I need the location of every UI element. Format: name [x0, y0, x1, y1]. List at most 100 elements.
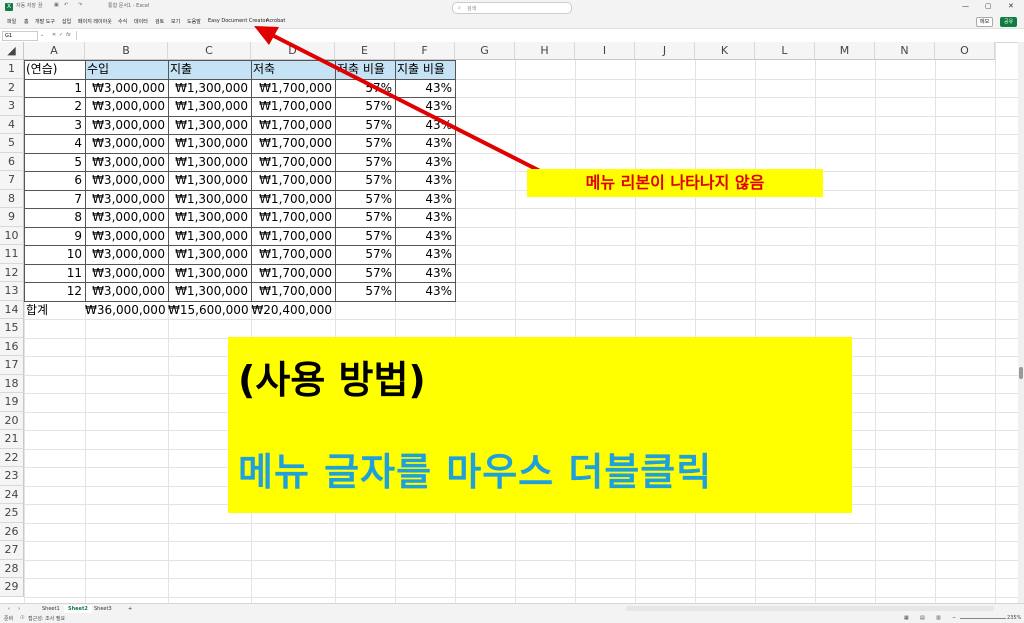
page-layout-view-icon[interactable]: ▤: [920, 615, 925, 621]
add-sheet-icon[interactable]: +: [124, 605, 136, 613]
column-header-I[interactable]: I: [575, 42, 635, 60]
table-header-cell[interactable]: 수입: [85, 60, 168, 79]
zoom-level[interactable]: 235%: [1007, 615, 1021, 621]
menu-acrobat[interactable]: Acrobat: [266, 18, 285, 24]
close-icon[interactable]: ✕: [1008, 2, 1014, 10]
row-header-21[interactable]: 21: [0, 430, 24, 449]
total-cell[interactable]: ₩20,400,000: [251, 301, 335, 320]
menu-view[interactable]: 보기: [171, 18, 180, 25]
table-cell[interactable]: ₩3,000,000: [85, 264, 168, 283]
total-label[interactable]: 합계: [24, 301, 85, 320]
table-cell[interactable]: 43%: [395, 227, 455, 246]
row-header-24[interactable]: 24: [0, 485, 24, 504]
column-header-D[interactable]: D: [251, 42, 335, 60]
table-cell[interactable]: 6: [24, 171, 85, 190]
table-cell[interactable]: ₩1,700,000: [251, 171, 335, 190]
table-cell[interactable]: 11: [24, 264, 85, 283]
share-button[interactable]: 공유: [1000, 17, 1018, 27]
zoom-slider[interactable]: [960, 618, 1006, 619]
table-cell[interactable]: ₩3,000,000: [85, 134, 168, 153]
table-cell[interactable]: ₩1,700,000: [251, 97, 335, 116]
table-cell[interactable]: 57%: [335, 134, 395, 153]
table-cell[interactable]: 57%: [335, 264, 395, 283]
table-cell[interactable]: ₩1,300,000: [168, 79, 251, 98]
menu-formulas[interactable]: 수식: [118, 18, 127, 25]
column-header-F[interactable]: F: [395, 42, 455, 60]
row-header-4[interactable]: 4: [0, 115, 24, 134]
table-cell[interactable]: ₩1,700,000: [251, 227, 335, 246]
row-header-19[interactable]: 19: [0, 393, 24, 412]
prev-sheet-icon[interactable]: ‹: [4, 605, 14, 613]
column-header-O[interactable]: O: [935, 42, 995, 60]
total-cell[interactable]: ₩15,600,000: [168, 301, 251, 320]
horizontal-scrollbar[interactable]: [626, 606, 994, 611]
formula-input[interactable]: [76, 31, 1021, 40]
row-header-10[interactable]: 10: [0, 226, 24, 245]
table-cell[interactable]: 4: [24, 134, 85, 153]
row-header-26[interactable]: 26: [0, 522, 24, 541]
table-cell[interactable]: ₩1,700,000: [251, 134, 335, 153]
row-header-7[interactable]: 7: [0, 171, 24, 190]
table-cell[interactable]: 10: [24, 245, 85, 264]
next-sheet-icon[interactable]: ›: [14, 605, 24, 613]
column-header-C[interactable]: C: [168, 42, 251, 60]
table-cell[interactable]: 5: [24, 153, 85, 172]
table-cell[interactable]: ₩1,300,000: [168, 190, 251, 209]
table-cell[interactable]: 57%: [335, 190, 395, 209]
table-cell[interactable]: 57%: [335, 208, 395, 227]
table-cell[interactable]: 43%: [395, 264, 455, 283]
table-cell[interactable]: 43%: [395, 134, 455, 153]
menu-review[interactable]: 검토: [155, 18, 164, 25]
table-cell[interactable]: 43%: [395, 97, 455, 116]
name-box-dropdown-icon[interactable]: ⌄: [40, 32, 44, 38]
minimize-icon[interactable]: —: [962, 2, 969, 10]
menu-developer[interactable]: 개발 도구: [35, 18, 55, 25]
normal-view-icon[interactable]: ▦: [904, 615, 909, 621]
table-cell[interactable]: 57%: [335, 282, 395, 301]
table-cell[interactable]: ₩1,300,000: [168, 171, 251, 190]
table-cell[interactable]: 9: [24, 227, 85, 246]
row-header-27[interactable]: 27: [0, 541, 24, 560]
table-cell[interactable]: 1: [24, 79, 85, 98]
row-header-28[interactable]: 28: [0, 559, 24, 578]
accessibility-icon[interactable]: ☉: [20, 615, 24, 621]
spreadsheet-grid[interactable]: ABCDEFGHIJKLMNO 1 2 3 4 5 6 7 8 9 10 11 12 13 14 15 16 1…: [0, 42, 1018, 603]
row-header-13[interactable]: 13: [0, 282, 24, 301]
table-cell[interactable]: ₩3,000,000: [85, 227, 168, 246]
column-header-M[interactable]: M: [815, 42, 875, 60]
page-break-view-icon[interactable]: ▥: [936, 615, 941, 621]
table-cell[interactable]: ₩1,700,000: [251, 264, 335, 283]
row-header-8[interactable]: 8: [0, 189, 24, 208]
table-cell[interactable]: 3: [24, 116, 85, 135]
table-cell[interactable]: 57%: [335, 227, 395, 246]
table-cell[interactable]: ₩1,300,000: [168, 245, 251, 264]
accessibility-status[interactable]: 접근성: 조사 필요: [28, 615, 65, 622]
table-cell[interactable]: ₩1,300,000: [168, 208, 251, 227]
row-header-15[interactable]: 15: [0, 319, 24, 338]
table-cell[interactable]: ₩3,000,000: [85, 97, 168, 116]
table-cell[interactable]: ₩1,300,000: [168, 153, 251, 172]
table-cell[interactable]: ₩1,300,000: [168, 97, 251, 116]
table-cell[interactable]: 57%: [335, 171, 395, 190]
maximize-icon[interactable]: ▢: [985, 2, 992, 10]
column-header-H[interactable]: H: [515, 42, 575, 60]
table-cell[interactable]: ₩1,300,000: [168, 116, 251, 135]
table-cell[interactable]: 43%: [395, 116, 455, 135]
table-cell[interactable]: 7: [24, 190, 85, 209]
table-header-cell[interactable]: (연습): [24, 60, 85, 79]
row-header-14[interactable]: 14: [0, 300, 24, 319]
column-header-N[interactable]: N: [875, 42, 935, 60]
table-cell[interactable]: ₩3,000,000: [85, 116, 168, 135]
table-cell[interactable]: 8: [24, 208, 85, 227]
menu-easy-document-creator[interactable]: Easy Document Creator: [208, 18, 268, 24]
menu-data[interactable]: 데이터: [134, 18, 148, 25]
row-header-18[interactable]: 18: [0, 374, 24, 393]
row-header-23[interactable]: 23: [0, 467, 24, 486]
table-cell[interactable]: ₩1,700,000: [251, 190, 335, 209]
column-header-A[interactable]: A: [24, 42, 85, 60]
table-cell[interactable]: 43%: [395, 282, 455, 301]
sheet-tab-3[interactable]: Sheet3: [90, 605, 116, 613]
table-header-cell[interactable]: 지출: [168, 60, 251, 79]
column-header-L[interactable]: L: [755, 42, 815, 60]
row-header-22[interactable]: 22: [0, 448, 24, 467]
